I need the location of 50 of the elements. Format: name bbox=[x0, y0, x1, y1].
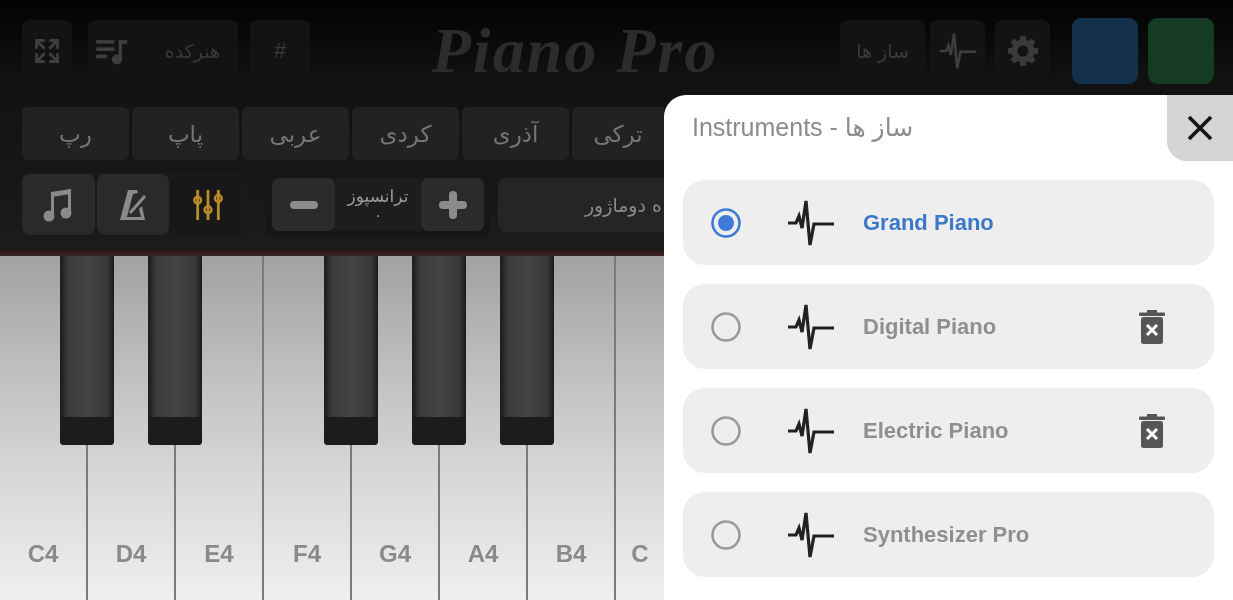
close-button[interactable] bbox=[1167, 95, 1233, 161]
minus-button[interactable] bbox=[272, 178, 335, 231]
trash-icon bbox=[1139, 309, 1165, 344]
waveform-icon bbox=[787, 302, 835, 351]
sharp-key[interactable] bbox=[148, 256, 202, 445]
instrument-row[interactable]: Grand Piano bbox=[683, 180, 1214, 265]
genre-tab[interactable]: عربی bbox=[242, 107, 349, 160]
radio-button[interactable] bbox=[711, 415, 741, 446]
instrument-row[interactable]: Digital Piano bbox=[683, 284, 1214, 369]
plus-button[interactable] bbox=[421, 178, 484, 231]
color-swatch[interactable] bbox=[1072, 18, 1138, 84]
radio-button[interactable] bbox=[711, 311, 741, 342]
instrument-row[interactable]: Electric Piano bbox=[683, 388, 1214, 473]
instrument-name: Synthesizer Pro bbox=[863, 521, 1031, 548]
waveform-icon bbox=[787, 510, 835, 559]
instrument-name: Electric Piano bbox=[863, 417, 1010, 444]
settings-icon bbox=[1006, 35, 1039, 67]
sharp-key[interactable] bbox=[500, 256, 554, 445]
transpose-label: ترانسپوز bbox=[347, 185, 409, 207]
sliders-icon bbox=[191, 187, 224, 222]
delete-button[interactable] bbox=[1139, 413, 1165, 448]
genre-tab[interactable]: آذری bbox=[462, 107, 569, 160]
radio-button[interactable] bbox=[711, 207, 741, 238]
delete-button[interactable] bbox=[1139, 309, 1165, 344]
instrument-row[interactable]: Synthesizer Pro bbox=[683, 492, 1214, 577]
close-icon bbox=[1187, 115, 1213, 141]
radio-button[interactable] bbox=[711, 519, 741, 550]
sharp-key[interactable] bbox=[412, 256, 466, 445]
dialog-title: Instruments - ساز ها bbox=[691, 112, 915, 142]
sharp-key[interactable] bbox=[60, 256, 114, 445]
metronome-button[interactable] bbox=[96, 174, 170, 235]
genre-tab[interactable]: رپ bbox=[22, 107, 129, 160]
sharp-key[interactable] bbox=[324, 256, 378, 445]
plus-icon bbox=[438, 190, 467, 219]
waveform-icon bbox=[787, 406, 835, 455]
genre-tab[interactable]: کردی bbox=[352, 107, 459, 160]
waveform-icon bbox=[787, 198, 835, 247]
minus-icon bbox=[289, 200, 318, 209]
notes-button[interactable] bbox=[22, 174, 95, 235]
metronome-icon bbox=[117, 187, 149, 222]
genre-tab[interactable]: پاپ bbox=[132, 107, 239, 160]
instrument-name: Digital Piano bbox=[863, 313, 998, 340]
trash-icon bbox=[1139, 413, 1165, 448]
scale-button[interactable]: ه دوماژور bbox=[498, 178, 664, 232]
instrument-name: Grand Piano bbox=[863, 209, 995, 236]
color-swatch[interactable] bbox=[1148, 18, 1214, 84]
transpose-value: ۰ bbox=[373, 206, 383, 224]
expand-icon bbox=[33, 37, 61, 65]
waveform-icon bbox=[938, 32, 977, 70]
genre-tab[interactable]: ترکی bbox=[572, 107, 664, 160]
